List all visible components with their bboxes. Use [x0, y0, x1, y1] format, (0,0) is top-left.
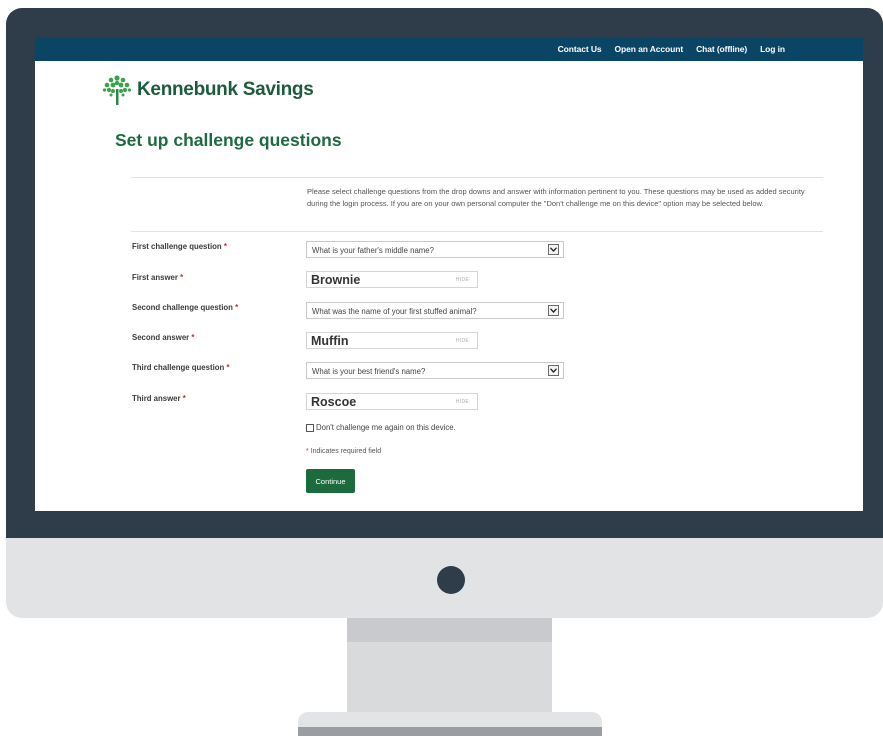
tree-icon — [102, 75, 132, 105]
hide-toggle[interactable]: HIDE — [456, 399, 469, 405]
login-link[interactable]: Log in — [760, 44, 785, 54]
third-answer-value: Roscoe — [311, 395, 357, 409]
third-answer-label: Third answer * — [132, 394, 186, 403]
continue-button[interactable]: Continue — [306, 469, 355, 493]
required-asterisk: * — [180, 273, 184, 282]
first-answer-input[interactable]: Brownie HIDE — [306, 271, 478, 288]
third-question-select[interactable]: What is your best friend's name? — [306, 362, 564, 379]
hide-toggle[interactable]: HIDE — [456, 277, 469, 283]
brand-name: Kennebunk Savings — [137, 79, 314, 100]
second-answer-label: Second answer * — [132, 333, 195, 342]
browser-screen: Contact Us Open an Account Chat (offline… — [35, 37, 863, 511]
open-account-link[interactable]: Open an Account — [615, 44, 684, 54]
chevron-down-icon[interactable] — [548, 244, 559, 255]
brand-logo[interactable]: Kennebunk Savings — [101, 73, 314, 107]
contact-us-link[interactable]: Contact Us — [558, 44, 602, 54]
required-asterisk: * — [235, 303, 239, 312]
dont-challenge-label[interactable]: Don't challenge me again on this device. — [316, 423, 456, 432]
monitor-stand-shadow — [347, 618, 552, 642]
required-asterisk: * — [223, 242, 227, 251]
first-answer-value: Brownie — [311, 273, 361, 287]
required-asterisk: * — [182, 394, 186, 403]
third-question-value: What is your best friend's name? — [312, 367, 426, 376]
chevron-down-icon[interactable] — [548, 305, 559, 316]
first-question-select[interactable]: What is your father's middle name? — [306, 241, 564, 258]
monitor-stand-base — [298, 727, 602, 736]
dont-challenge-checkbox[interactable] — [306, 423, 314, 432]
first-question-value: What is your father's middle name? — [312, 246, 434, 255]
third-answer-input[interactable]: Roscoe HIDE — [306, 393, 478, 410]
required-asterisk: * — [191, 333, 195, 342]
top-nav-links: Contact Us Open an Account Chat (offline… — [558, 37, 785, 61]
hide-toggle[interactable]: HIDE — [456, 338, 469, 344]
second-answer-value: Muffin — [311, 334, 349, 348]
divider-top — [131, 177, 823, 178]
power-button-icon — [437, 566, 465, 594]
first-question-label: First challenge question * — [132, 242, 227, 251]
third-question-label: Third challenge question * — [132, 363, 230, 372]
required-asterisk: * — [226, 363, 230, 372]
second-question-label: Second challenge question * — [132, 303, 239, 312]
divider-bottom — [131, 231, 823, 232]
first-answer-label: First answer * — [132, 273, 184, 282]
dont-challenge-row: Don't challenge me again on this device. — [306, 423, 456, 432]
required-asterisk: * — [306, 448, 309, 455]
required-note: * Indicates required field — [306, 448, 382, 455]
second-question-value: What was the name of your first stuffed … — [312, 307, 477, 316]
chat-link[interactable]: Chat (offline) — [696, 44, 747, 54]
page-title: Set up challenge questions — [115, 130, 342, 150]
intro-text: Please select challenge questions from t… — [307, 187, 805, 208]
chevron-down-icon[interactable] — [548, 365, 559, 376]
second-question-select[interactable]: What was the name of your first stuffed … — [306, 302, 564, 319]
second-answer-input[interactable]: Muffin HIDE — [306, 332, 478, 349]
top-navigation-bar: Contact Us Open an Account Chat (offline… — [35, 37, 863, 61]
